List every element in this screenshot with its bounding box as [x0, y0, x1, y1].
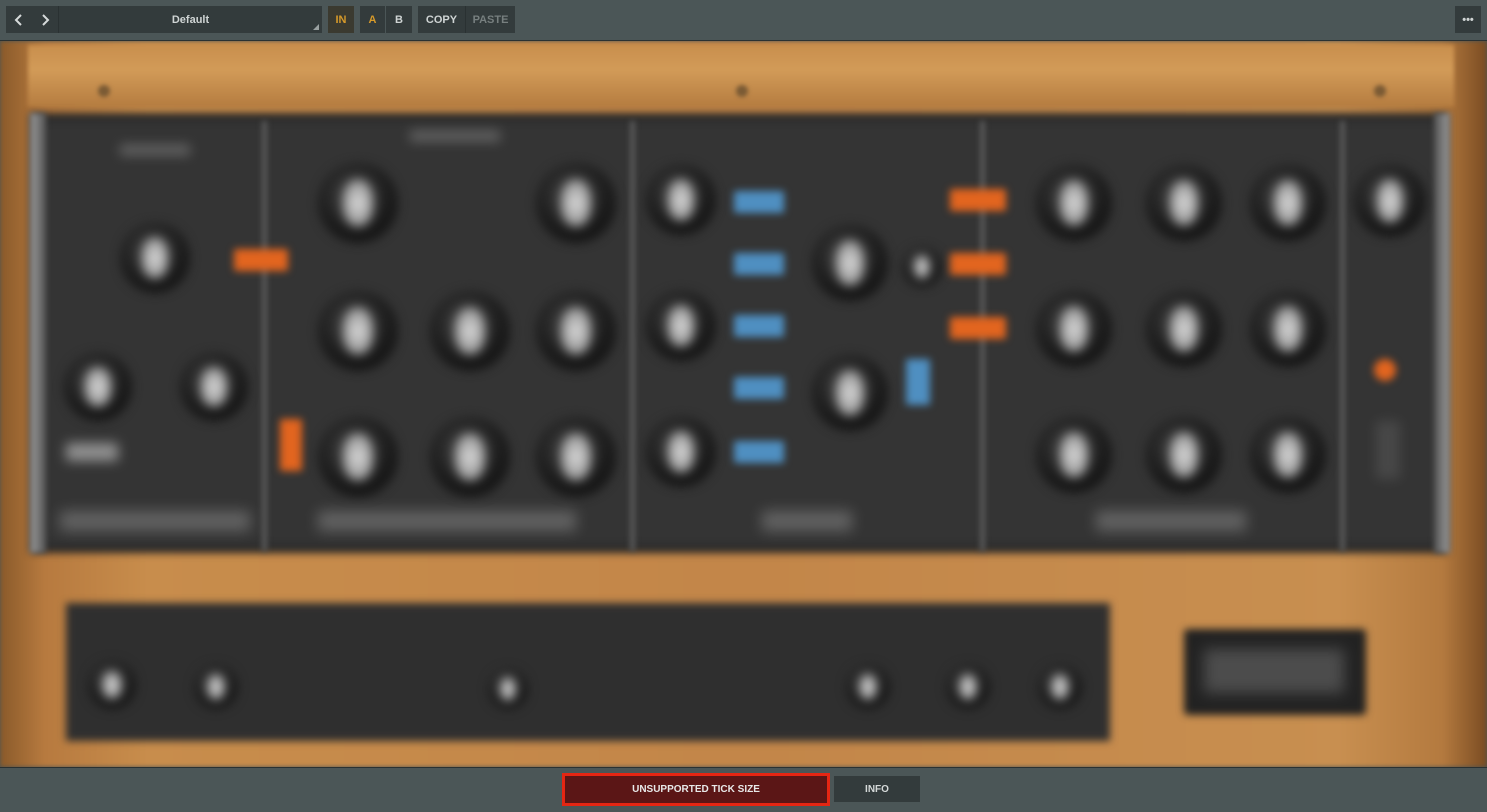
mixer-noise-switch[interactable] — [734, 377, 784, 399]
filter-attack-knob[interactable] — [1036, 291, 1112, 367]
previous-preset-button[interactable] — [6, 6, 32, 33]
unsupported-tick-size-warning[interactable]: UNSUPPORTED TICK SIZE — [562, 773, 830, 806]
mixer-osc3-volume-knob[interactable] — [646, 417, 716, 487]
plugin-status-bar: UNSUPPORTED TICK SIZE INFO — [0, 767, 1487, 812]
osc2-range-knob[interactable] — [318, 291, 398, 371]
lower-knob[interactable] — [1038, 665, 1082, 709]
osc3-frequency-knob[interactable] — [430, 417, 510, 497]
osc3-waveform-knob[interactable] — [536, 417, 616, 497]
cutoff-frequency-knob[interactable] — [1036, 165, 1112, 241]
input-toggle-button[interactable]: IN — [328, 6, 354, 33]
screw-icon — [736, 85, 748, 97]
resize-grip-icon — [313, 24, 319, 30]
osc3-range-knob[interactable] — [318, 417, 398, 497]
osc2-frequency-knob[interactable] — [430, 291, 510, 371]
mixer-osc2-switch[interactable] — [734, 315, 784, 337]
osc2-waveform-knob[interactable] — [536, 291, 616, 371]
next-preset-button[interactable] — [32, 6, 58, 33]
chevron-right-icon — [42, 13, 50, 26]
loudness-decay-knob[interactable] — [1146, 417, 1222, 493]
glide-knob[interactable] — [64, 353, 132, 421]
panel-label — [410, 131, 500, 141]
section-title-mixer — [762, 511, 852, 531]
section-title-oscillator-bank — [318, 511, 576, 531]
info-button[interactable]: INFO — [834, 776, 920, 802]
panel-rail-left — [30, 113, 46, 553]
paste-button[interactable]: PASTE — [465, 6, 515, 33]
osc1-range-knob[interactable] — [318, 163, 398, 243]
noise-color-switch[interactable] — [906, 359, 930, 405]
mod-mix-knob[interactable] — [180, 353, 248, 421]
plugin-header-bar: Default IN A B COPY PASTE ••• — [0, 0, 1487, 41]
decay-switch[interactable] — [66, 443, 118, 461]
section-divider — [262, 121, 267, 551]
panel-label — [120, 145, 190, 155]
lower-knob[interactable] — [88, 661, 136, 709]
brand-logo-badge — [1184, 629, 1366, 715]
emphasis-knob[interactable] — [1146, 165, 1222, 241]
screw-icon — [98, 85, 110, 97]
lower-knob[interactable] — [846, 665, 890, 709]
power-lamp — [1374, 359, 1396, 381]
tune-knob[interactable] — [120, 223, 190, 293]
mixer-osc1-switch[interactable] — [734, 191, 784, 213]
overload-lamp — [902, 247, 942, 287]
main-output-volume-knob[interactable] — [1354, 165, 1426, 237]
contour-amount-knob[interactable] — [1250, 165, 1326, 241]
lower-knob[interactable] — [488, 669, 528, 709]
osc1-waveform-knob[interactable] — [536, 163, 616, 243]
keyboard-control-1-switch[interactable] — [950, 253, 1006, 275]
section-divider — [630, 121, 635, 551]
more-options-button[interactable]: ••• — [1455, 6, 1481, 33]
osc-modulation-switch[interactable] — [280, 419, 302, 471]
mixer-ext-switch[interactable] — [734, 253, 784, 275]
keyboard-control-2-switch[interactable] — [950, 317, 1006, 339]
external-input-knob[interactable] — [812, 225, 888, 301]
section-title-controllers — [60, 511, 250, 531]
copy-button[interactable]: COPY — [418, 6, 465, 33]
synth-plugin-panel — [0, 41, 1487, 767]
loudness-attack-knob[interactable] — [1036, 417, 1112, 493]
preset-nav — [6, 6, 58, 33]
loudness-sustain-knob[interactable] — [1250, 417, 1326, 493]
compare-a-button[interactable]: A — [360, 6, 385, 33]
chevron-left-icon — [14, 13, 22, 26]
noise-volume-knob[interactable] — [812, 355, 888, 431]
panel-rail-right — [1434, 113, 1450, 553]
mixer-osc2-volume-knob[interactable] — [646, 291, 716, 361]
power-switch[interactable] — [1376, 421, 1400, 479]
mixer-osc1-volume-knob[interactable] — [646, 165, 716, 235]
lower-knob[interactable] — [946, 665, 990, 709]
compare-b-button[interactable]: B — [386, 6, 412, 33]
preset-name: Default — [171, 13, 210, 26]
mixer-osc3-switch[interactable] — [734, 441, 784, 463]
section-divider — [1340, 121, 1345, 551]
screw-icon — [1374, 85, 1386, 97]
wood-top-rail — [28, 45, 1454, 107]
section-title-modifiers — [1096, 511, 1246, 531]
glide-switch[interactable] — [234, 249, 288, 271]
preset-selector[interactable]: Default — [58, 6, 322, 33]
lower-knob[interactable] — [194, 665, 238, 709]
filter-sustain-knob[interactable] — [1250, 291, 1326, 367]
filter-decay-knob[interactable] — [1146, 291, 1222, 367]
filter-mod-switch[interactable] — [950, 189, 1006, 211]
